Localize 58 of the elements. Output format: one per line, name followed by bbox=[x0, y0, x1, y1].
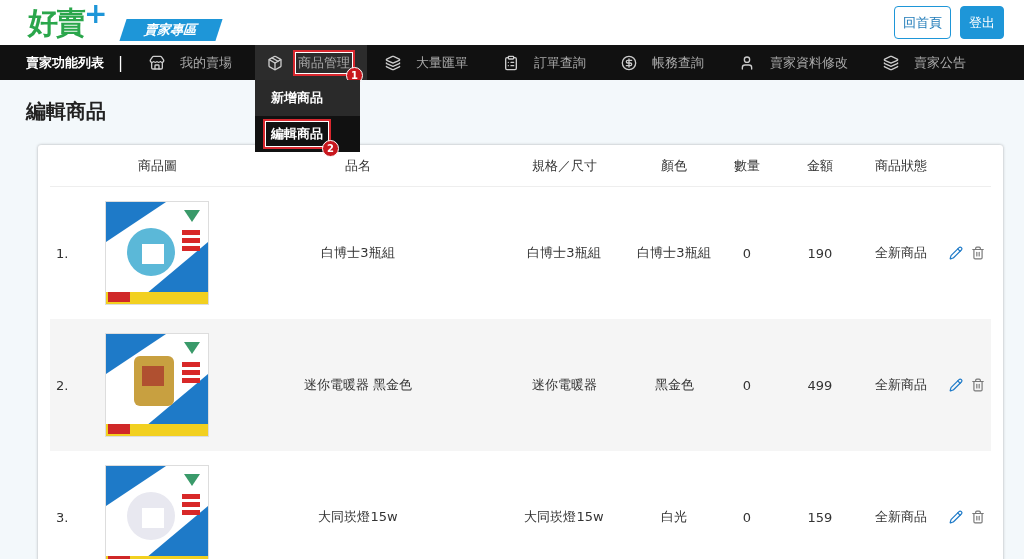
layers-icon bbox=[883, 54, 900, 71]
nav-item[interactable]: 賣家公告 bbox=[871, 45, 984, 80]
delete-button[interactable] bbox=[970, 510, 985, 524]
menu-label: 新增商品 bbox=[270, 89, 325, 107]
store-icon bbox=[149, 54, 166, 71]
home-button[interactable]: 回首頁 bbox=[894, 6, 951, 39]
table-cell-text: 全新商品 bbox=[874, 244, 928, 262]
nav-item[interactable]: 訂單查詢 bbox=[491, 45, 604, 80]
row-number: 3. bbox=[55, 509, 70, 525]
table-cell-text: 全新商品 bbox=[874, 376, 928, 394]
table-cell-text: 0 bbox=[741, 245, 753, 261]
delete-button[interactable] bbox=[970, 378, 985, 392]
column-header: 商品狀態 bbox=[874, 156, 928, 175]
table-cell-text: 499 bbox=[806, 377, 834, 393]
row-number: 2. bbox=[55, 377, 70, 393]
edit-button[interactable] bbox=[948, 510, 963, 524]
table-cell-text: 0 bbox=[741, 377, 753, 393]
layers-icon bbox=[385, 54, 402, 71]
column-header: 金額 bbox=[806, 156, 834, 175]
table-cell-text: 迷你電暖器 黑金色 bbox=[302, 376, 414, 394]
column-header: 數量 bbox=[733, 156, 761, 175]
dollar-icon bbox=[621, 54, 638, 71]
table-cell-text: 白博士3瓶組 bbox=[320, 244, 396, 262]
column-header: 商品圖 bbox=[136, 156, 178, 175]
table-cell-text: 白博士3瓶組 bbox=[636, 244, 712, 262]
table-cell-text: 190 bbox=[806, 245, 834, 261]
seller-zone-badge: 賣家專區 bbox=[119, 18, 224, 41]
column-header: 品名 bbox=[344, 156, 372, 175]
nav-item[interactable]: 帳務查詢 bbox=[609, 45, 722, 80]
table-cell-text: 白博士3瓶組 bbox=[526, 244, 602, 262]
nav-item[interactable]: 賣家資料修改 bbox=[727, 45, 866, 80]
table-cell-text: 全新商品 bbox=[874, 508, 928, 526]
column-header: 顏色 bbox=[660, 156, 688, 175]
nav-label: 賣家公告 bbox=[913, 53, 968, 72]
delete-button[interactable] bbox=[970, 246, 985, 260]
table-cell-text: 迷你電暖器 bbox=[530, 376, 598, 394]
clipboard-icon bbox=[503, 54, 520, 71]
box-icon bbox=[267, 54, 284, 71]
nav-title: 賣家功能列表 bbox=[26, 53, 104, 72]
row-number: 1. bbox=[55, 245, 70, 261]
edit-button[interactable] bbox=[948, 378, 963, 392]
table-cell-text: 大同崁燈15w bbox=[523, 508, 605, 526]
nav-separator: | bbox=[118, 53, 124, 72]
nav-label: 訂單查詢 bbox=[533, 53, 588, 72]
column-header: 規格／尺寸 bbox=[530, 156, 598, 175]
nav-item[interactable]: 我的賣場 bbox=[137, 45, 250, 80]
nav-label: 我的賣場 bbox=[179, 53, 234, 72]
table-cell-text: 黑金色 bbox=[653, 376, 695, 394]
table-cell-text: 0 bbox=[741, 509, 753, 525]
table-cell-text: 159 bbox=[806, 509, 834, 525]
table-cell-text: 大同崁燈15w bbox=[317, 508, 399, 526]
nav-label: 帳務查詢 bbox=[651, 53, 706, 72]
edit-button[interactable] bbox=[948, 246, 963, 260]
nav-label: 賣家資料修改 bbox=[769, 53, 850, 72]
page-title: 編輯商品 bbox=[26, 98, 107, 125]
table-cell-text: 白光 bbox=[660, 508, 688, 526]
nav-label: 大量匯單 bbox=[415, 53, 470, 72]
nav-item[interactable]: 大量匯單 bbox=[373, 45, 486, 80]
